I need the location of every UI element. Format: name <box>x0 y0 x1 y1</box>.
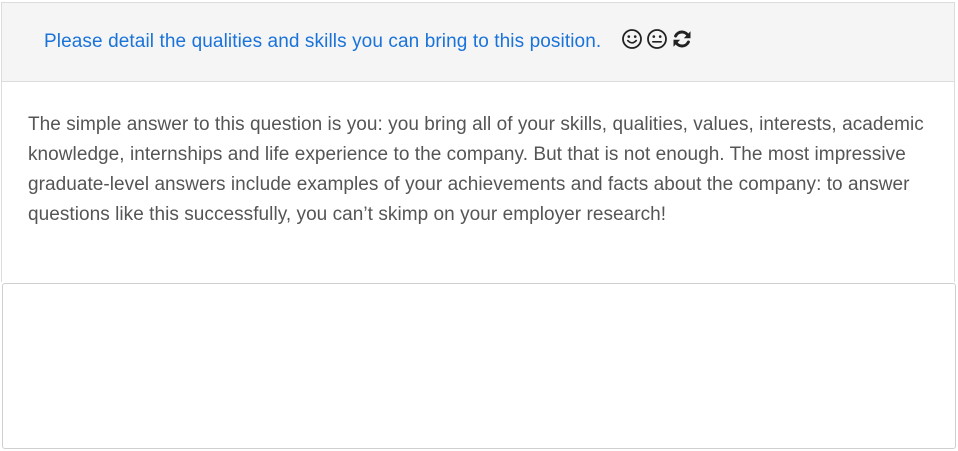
smiley-face-icon[interactable] <box>621 28 643 50</box>
question-actions <box>621 28 693 50</box>
answer-text: The simple answer to this question is yo… <box>28 114 924 225</box>
neutral-face-icon[interactable] <box>646 28 668 50</box>
response-textarea[interactable] <box>2 283 956 449</box>
refresh-icon[interactable] <box>671 28 693 50</box>
question-header: Please detail the qualities and skills y… <box>2 3 954 82</box>
question-card: Please detail the qualities and skills y… <box>1 2 955 282</box>
answer-section: The simple answer to this question is yo… <box>2 82 954 230</box>
question-text[interactable]: Please detail the qualities and skills y… <box>44 31 601 53</box>
